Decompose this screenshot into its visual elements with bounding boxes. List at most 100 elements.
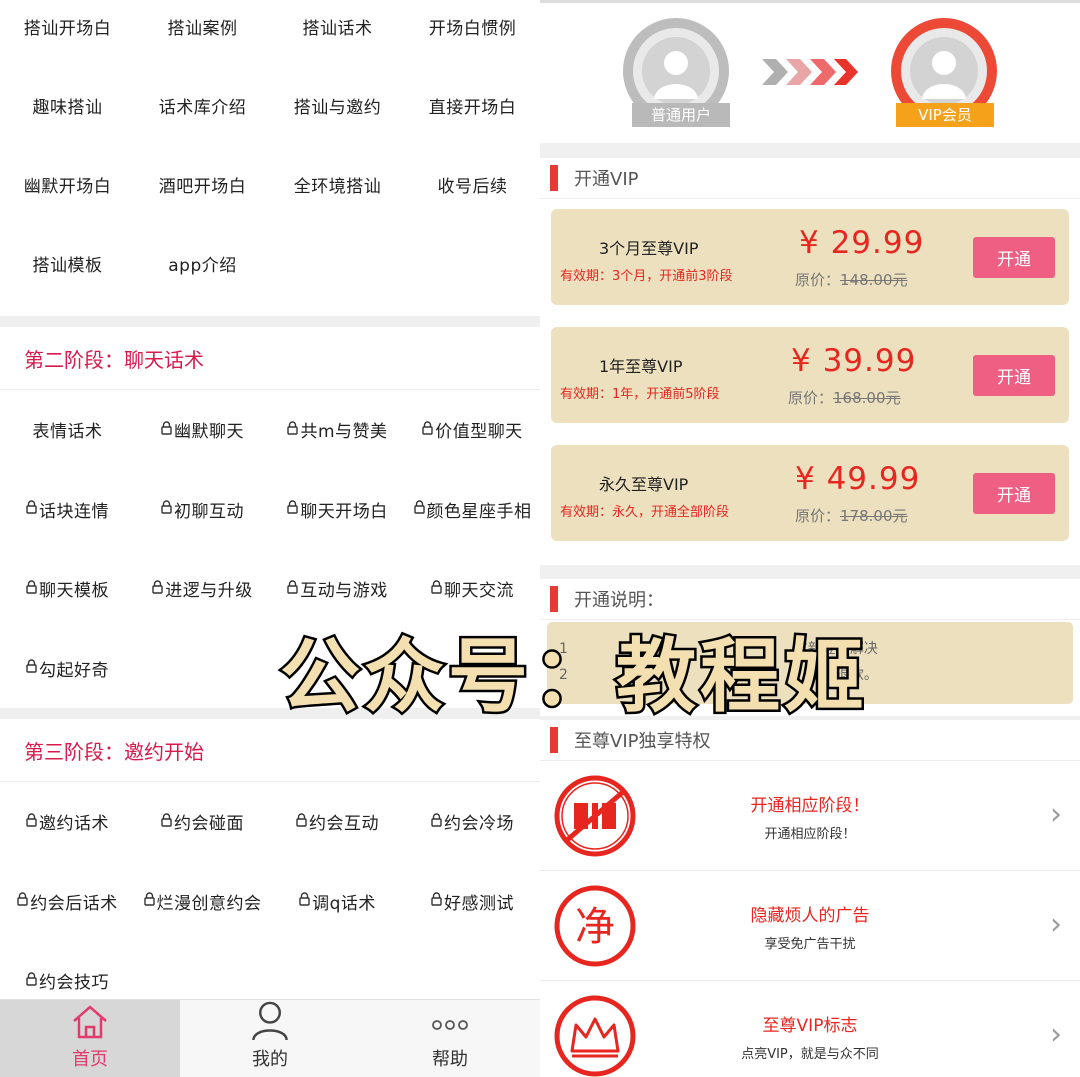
plan-price: ¥ 39.99: [791, 343, 917, 379]
plan-original-price: 原价：178.00元: [795, 505, 908, 526]
stage1-item[interactable]: 搭讪案例: [135, 0, 270, 66]
lock-icon: [26, 500, 37, 518]
lock-icon: [431, 892, 442, 910]
lock-icon: [296, 813, 307, 831]
upgrade-arrows-icon: [762, 59, 858, 85]
stage3-item[interactable]: 约会互动: [270, 782, 405, 862]
tab-home[interactable]: 首页: [0, 1000, 180, 1077]
vip-user-ribbon: VIP会员: [896, 103, 994, 127]
crown-icon: [554, 995, 636, 1077]
perk-row[interactable]: 净 隐藏烦人的广告 享受免广告干扰 ›: [540, 871, 1080, 981]
plan-original-price: 原价：148.00元: [795, 269, 908, 290]
orig-prefix: 原价：: [795, 507, 841, 525]
stage1-item[interactable]: 搭讪与邀约: [270, 66, 405, 145]
stage2-item[interactable]: 表情话术: [0, 390, 135, 470]
stage2-item[interactable]: 价值型聊天: [405, 390, 540, 470]
stage3-item[interactable]: 邀约话术: [0, 782, 135, 862]
more-dots-icon: [432, 1020, 468, 1030]
stage2-item[interactable]: 聊天开场白: [270, 470, 405, 550]
stage2-item[interactable]: 聊天模板: [0, 549, 135, 629]
stage1-item[interactable]: 收号后续: [405, 145, 540, 224]
stage2-item-label: 互动与游戏: [300, 581, 388, 602]
lock-icon: [287, 500, 298, 518]
plan-note: 有效期：1年，开通前5阶段: [560, 387, 720, 402]
stage1-grid: 搭讪开场白 搭讪案例 搭讪话术 开场白惯例 趣味搭讪 话术库介绍 搭讪与邀约 直…: [0, 0, 540, 316]
stage2-item-label: 幽默聊天: [174, 422, 244, 443]
tab-help[interactable]: 帮助: [360, 1000, 540, 1077]
stage3-item-label: 约会技巧: [39, 973, 109, 994]
stage1-item[interactable]: 搭讪开场白: [0, 0, 135, 66]
section-title-text: 至尊VIP独享特权: [574, 731, 711, 752]
plan-note: 有效期：3个月，开通前3阶段: [560, 269, 733, 284]
stage2-item-label: 价值型聊天: [435, 422, 523, 443]
divider: [0, 316, 540, 327]
stage1-item[interactable]: 开场白惯例: [405, 0, 540, 66]
orig-prefix: 原价：: [795, 271, 841, 289]
stage3-item[interactable]: 约会碰面: [135, 782, 270, 862]
lock-icon: [299, 892, 310, 910]
perk-title: 至尊VIP标志: [762, 1016, 858, 1036]
stage1-item[interactable]: 搭讪模板: [0, 224, 135, 303]
lock-icon: [431, 813, 442, 831]
orig-value: 168.00元: [833, 389, 901, 407]
lock-icon: [413, 500, 425, 518]
open-vip-button[interactable]: 开通: [973, 237, 1055, 278]
stage2-item-label: 勾起好奇: [39, 660, 109, 681]
stage3-item-label: 邀约话术: [39, 814, 109, 835]
stage1-item[interactable]: 酒吧开场白: [135, 145, 270, 224]
open-vip-button[interactable]: 开通: [973, 473, 1055, 514]
orig-value: 148.00元: [840, 271, 908, 289]
tab-help-label: 帮助: [432, 1049, 468, 1070]
plan-original-price: 原价：168.00元: [788, 387, 901, 408]
stage3-item[interactable]: 调q话术: [270, 862, 405, 942]
plan-name: 1年至尊VIP: [599, 357, 683, 376]
stage2-item[interactable]: 幽默聊天: [135, 390, 270, 470]
stage3-item[interactable]: 约会冷场: [405, 782, 540, 862]
lock-icon: [161, 813, 172, 831]
lock-icon: [26, 813, 37, 831]
watermark: 公众号：教程姬: [278, 628, 868, 726]
lock-icon: [143, 892, 155, 910]
stage1-item[interactable]: 直接开场白: [405, 66, 540, 145]
stage3-item[interactable]: 约会后话术: [0, 862, 135, 942]
lock-icon: [152, 580, 163, 598]
stage2-item-label: 聊天交流: [444, 581, 514, 602]
tab-mine-label: 我的: [252, 1049, 288, 1070]
stage3-item[interactable]: 好感测试: [405, 862, 540, 942]
orig-prefix: 原价：: [788, 389, 834, 407]
tab-mine[interactable]: 我的: [180, 1000, 360, 1077]
perk-desc: 点亮VIP，就是与众不同: [741, 1047, 879, 1062]
stage2-item[interactable]: 话块连情: [0, 470, 135, 550]
stage2-item[interactable]: 进逻与升级: [135, 549, 270, 629]
stage1-item[interactable]: 幽默开场白: [0, 145, 135, 224]
stage1-item[interactable]: app介绍: [135, 224, 270, 303]
perk-row[interactable]: 开通相应阶段！ 开通相应阶段！ ›: [540, 761, 1080, 871]
lock-icon: [26, 659, 37, 677]
stage3-item-label: 烂漫创意约会: [156, 893, 262, 914]
open-vip-button[interactable]: 开通: [973, 355, 1055, 396]
stage2-item-label: 表情话术: [32, 422, 103, 443]
perk-row[interactable]: 至尊VIP标志 点亮VIP，就是与众不同 ›: [540, 981, 1080, 1077]
stage2-item[interactable]: 勾起好奇: [0, 629, 135, 709]
vip-plan-card: 3个月至尊VIP 有效期：3个月，开通前3阶段 ¥ 29.99 原价：148.0…: [551, 209, 1069, 305]
stage2-item[interactable]: 颜色星座手相: [405, 470, 540, 550]
stage3-item-label: 好感测试: [444, 893, 514, 914]
stage3-item-label: 约会互动: [309, 814, 379, 835]
perk-desc: 享受免广告干扰: [764, 937, 856, 952]
vip-plan-card: 1年至尊VIP 有效期：1年，开通前5阶段 ¥ 39.99 原价：168.00元…: [551, 327, 1069, 423]
stage1-item[interactable]: 趣味搭讪: [0, 66, 135, 145]
stage1-item[interactable]: 话术库介绍: [135, 66, 270, 145]
lock-icon: [161, 500, 172, 518]
section-title-text: 开通VIP: [574, 169, 639, 190]
chevron-right-icon: ›: [1050, 1017, 1062, 1052]
stage1-item[interactable]: 搭讪话术: [270, 0, 405, 66]
stage3-item[interactable]: 烂漫创意约会: [135, 862, 270, 942]
stage2-item-label: 进逻与升级: [165, 581, 253, 602]
stage2-item[interactable]: 初聊互动: [135, 470, 270, 550]
perk-title: 开通相应阶段！: [750, 796, 870, 816]
stage1-item[interactable]: 全环境搭讪: [270, 145, 405, 224]
stage2-item[interactable]: 共m与赞美: [270, 390, 405, 470]
user-icon: [252, 1001, 288, 1041]
lock-icon: [26, 580, 37, 598]
home-icon: [73, 1005, 107, 1039]
